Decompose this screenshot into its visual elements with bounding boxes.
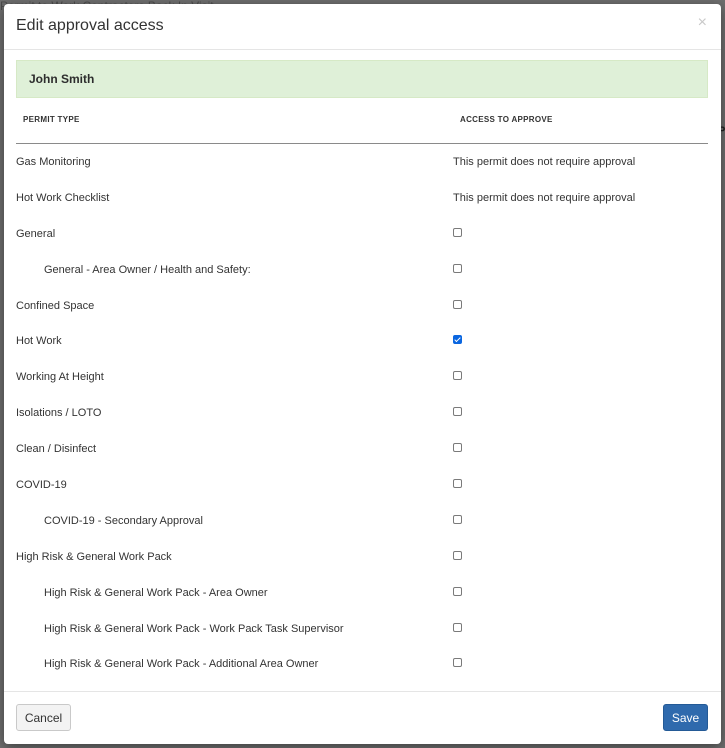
table-row: COVID-19 — [16, 467, 708, 503]
table-header: PERMIT TYPE ACCESS TO APPROVE — [16, 98, 708, 144]
approval-checkbox[interactable] — [453, 407, 462, 417]
permit-type-label: General — [16, 227, 56, 240]
permit-type-label: Hot Work — [16, 335, 62, 348]
approval-checkbox[interactable] — [453, 514, 462, 524]
approval-checkbox[interactable] — [453, 479, 462, 489]
permit-type-label: Isolations / LOTO — [16, 407, 102, 420]
permit-type-label: General - Area Owner / Health and Safety… — [44, 263, 251, 276]
permit-type-label: COVID-19 - Secondary Approval — [44, 514, 203, 527]
cancel-button[interactable]: Cancel — [16, 704, 71, 731]
permit-type-label: Working At Height — [16, 371, 104, 384]
table-row: High Risk & General Work Pack - Area Own… — [16, 575, 708, 611]
table-row: Gas Monitoring This permit does not requi… — [16, 144, 708, 180]
permit-type-label: Clean / Disinfect — [16, 443, 97, 456]
modal-body: John Smith PERMIT TYPE ACCESS TO APPROVE… — [16, 60, 708, 682]
table-row: COVID-19 - Secondary Approval — [16, 503, 708, 539]
table-row: High Risk & General Work Pack - Work Pac… — [16, 611, 708, 647]
permit-type-label: Confined Space — [16, 299, 95, 312]
table-row: High Risk & General Work Pack — [16, 539, 708, 575]
modal-header: Edit approval access × — [4, 4, 721, 50]
modal-footer: Cancel Save — [4, 691, 721, 744]
permit-list: Gas Monitoring This permit does not requi… — [16, 144, 708, 682]
column-header-permit-type: PERMIT TYPE — [23, 115, 80, 124]
approval-checkbox[interactable] — [453, 622, 462, 632]
user-name: John Smith — [29, 72, 95, 86]
close-icon[interactable]: × — [698, 15, 707, 31]
table-row: Hot Work Checklist This permit does not r… — [16, 180, 708, 216]
table-row: Working At Height — [16, 359, 708, 395]
table-row: Hot Work — [16, 323, 708, 359]
no-approval-text: This permit does not require approval — [453, 191, 636, 204]
permit-type-label: Gas Monitoring — [16, 155, 91, 168]
table-row: High Risk & General Work Pack - Addition… — [16, 646, 708, 682]
table-row: Clean / Disinfect — [16, 431, 708, 467]
column-header-access: ACCESS TO APPROVE — [460, 115, 553, 124]
permit-type-label: COVID-19 — [16, 478, 67, 491]
permit-type-label: High Risk & General Work Pack - Addition… — [44, 658, 319, 671]
permit-type-label: High Risk & General Work Pack - Work Pac… — [44, 622, 344, 635]
permit-type-label: Hot Work Checklist — [16, 191, 110, 204]
approval-checkbox[interactable] — [453, 550, 462, 560]
table-row: Confined Space — [16, 288, 708, 324]
approval-checkbox[interactable] — [453, 263, 462, 273]
user-banner: John Smith — [16, 60, 708, 98]
table-row: Isolations / LOTO — [16, 395, 708, 431]
permit-type-label: High Risk & General Work Pack - Area Own… — [44, 586, 268, 599]
approval-checkbox[interactable] — [453, 586, 462, 596]
approval-checkbox[interactable] — [453, 335, 462, 345]
approval-checkbox[interactable] — [453, 371, 462, 381]
approval-checkbox[interactable] — [453, 299, 462, 309]
table-row: General - Area Owner / Health and Safety… — [16, 252, 708, 288]
edit-approval-modal: Edit approval access × John Smith PERMIT… — [4, 4, 721, 744]
permit-type-label: High Risk & General Work Pack — [16, 550, 172, 563]
no-approval-text: This permit does not require approval — [453, 155, 636, 168]
table-row: General — [16, 216, 708, 252]
save-button[interactable]: Save — [663, 704, 708, 731]
approval-checkbox[interactable] — [453, 658, 462, 668]
modal-title: Edit approval access — [16, 17, 164, 34]
approval-checkbox[interactable] — [453, 443, 462, 453]
approval-checkbox[interactable] — [453, 227, 462, 237]
